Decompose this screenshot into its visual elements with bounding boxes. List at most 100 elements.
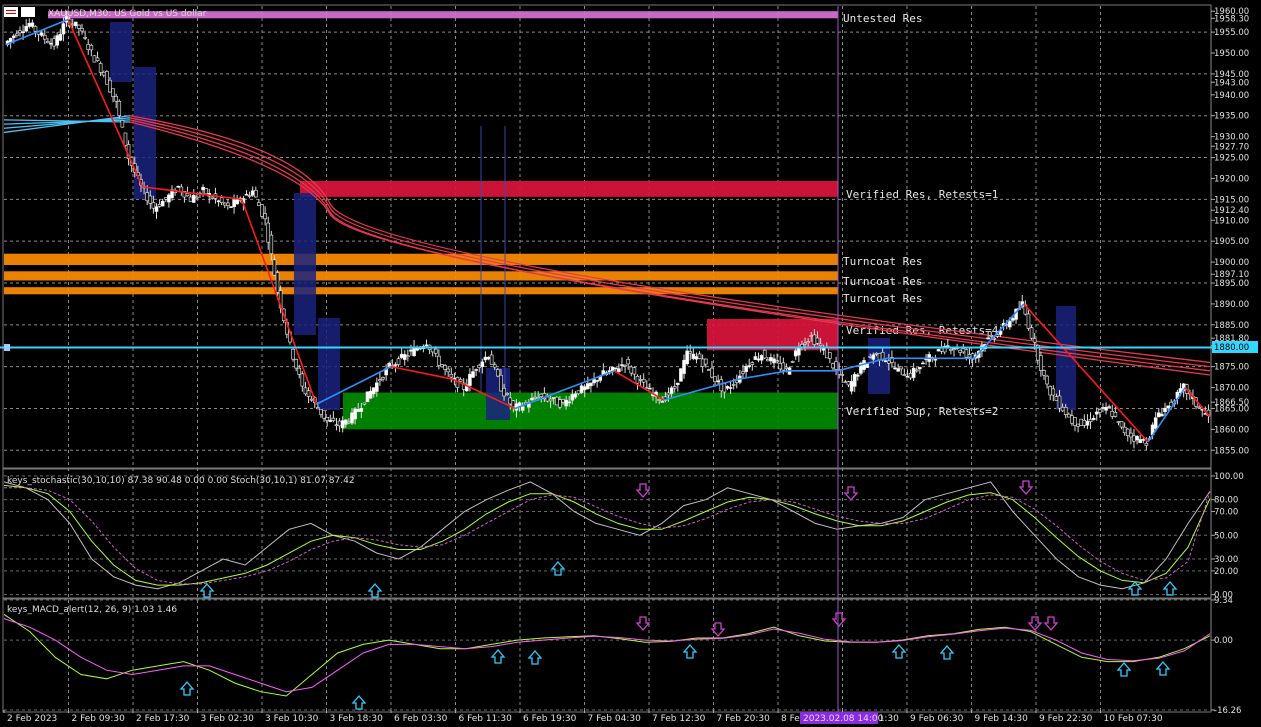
candle-body [303, 387, 308, 395]
candle-body [250, 190, 255, 196]
candle-body [1073, 417, 1077, 427]
candle-body [160, 200, 165, 207]
candle-body [700, 358, 705, 367]
candle-body [95, 57, 100, 61]
candle-body [1039, 355, 1043, 371]
candle-body [1070, 415, 1074, 424]
x-tick-label: 6 Feb 19:30 [523, 714, 577, 724]
candle-body [492, 364, 497, 368]
candle-body [793, 350, 798, 357]
candle-body [840, 374, 845, 376]
candle-body [703, 358, 708, 365]
candle-body [666, 392, 671, 396]
candle-body [620, 364, 624, 366]
candle-body [722, 383, 727, 393]
candle-body [443, 365, 447, 370]
price-tick-label: 1890.00 [1214, 300, 1249, 310]
candle-body [1051, 388, 1056, 396]
candle-body [21, 31, 25, 34]
candle-body [1067, 413, 1071, 418]
candle-body [818, 343, 823, 346]
candle-body [319, 409, 323, 415]
price-tick-label: 1885.00 [1214, 321, 1249, 331]
candle-body [399, 353, 404, 358]
candle-body [1079, 418, 1084, 426]
candle-body [1057, 395, 1062, 409]
candle-body [545, 396, 550, 402]
candle-body [449, 374, 454, 378]
x-tick-label: 3 Feb 10:30 [265, 714, 319, 724]
candle-body [610, 366, 615, 371]
candle-body [772, 358, 776, 364]
candle-body [378, 379, 382, 382]
candle-body [679, 368, 683, 382]
candle-body [27, 23, 32, 27]
indicator-tick-label: 20.00 [1214, 567, 1238, 577]
candle-body [1135, 436, 1139, 441]
crosshair-handle[interactable] [4, 344, 10, 351]
candle-body [145, 192, 149, 202]
candle-body [1104, 407, 1108, 411]
candle-body [195, 196, 199, 199]
candle-body [409, 349, 413, 352]
candle-body [353, 408, 357, 420]
candle-body [98, 63, 103, 73]
price-tick-label: 1855.00 [1214, 446, 1249, 456]
candle-body [756, 358, 761, 361]
candle-body [8, 38, 13, 43]
candle-body [728, 387, 733, 389]
price-tick-label: 1920.00 [1214, 174, 1249, 184]
candle-body [167, 194, 171, 203]
candle-body [359, 408, 364, 412]
candle-body [356, 409, 361, 412]
candle-body [362, 402, 367, 405]
price-tick-label: 1905.00 [1214, 237, 1249, 247]
x-tick-label: 6 Feb 11:30 [459, 714, 513, 724]
candle-body [477, 364, 482, 368]
candle-body [589, 382, 593, 387]
candle-body [263, 213, 267, 220]
candle-body [561, 399, 565, 403]
sr-zone [707, 318, 838, 351]
candle-body [911, 367, 916, 378]
candle-body [42, 35, 47, 40]
candle-body [468, 373, 472, 386]
candle-body [564, 399, 568, 407]
candle-body [306, 390, 311, 397]
candle-body [691, 353, 696, 359]
candle-body [775, 360, 779, 363]
candle-body [632, 367, 637, 375]
candle-body [989, 335, 994, 337]
candle-body [101, 72, 106, 76]
candle-body [657, 399, 662, 401]
candle-body [350, 412, 354, 424]
candle-body [682, 359, 686, 374]
candle-body [635, 375, 640, 384]
chart-window-icon[interactable] [4, 7, 18, 17]
candle-body [381, 377, 385, 380]
swing-box [134, 67, 156, 199]
candle-body [871, 354, 876, 360]
indicator-tick-label: 9.34 [1214, 596, 1233, 606]
sr-zone-label: Turncoat Res [843, 275, 922, 288]
candle-body [958, 349, 963, 353]
candle-body [629, 366, 634, 374]
chart-canvas[interactable]: Untested Res Verified Res, Retests=1 Turnc… [0, 0, 1261, 727]
candle-body [638, 379, 643, 381]
candle-body [210, 196, 215, 199]
candle-body [244, 193, 249, 196]
candle-body [707, 369, 711, 371]
candle-body [458, 379, 463, 382]
sr-zone [343, 392, 838, 430]
candle-body [46, 41, 50, 44]
candle-body [815, 337, 820, 344]
candle-body [852, 374, 857, 387]
candle-body [1160, 413, 1164, 417]
candle-body [641, 379, 646, 383]
candle-body [697, 353, 702, 359]
candle-body [511, 400, 516, 408]
candle-body [55, 35, 60, 46]
price-tick-label: 1895.00 [1214, 279, 1249, 289]
swing-box [110, 22, 132, 82]
indicator-tick-label: 100.00 [1214, 472, 1244, 482]
